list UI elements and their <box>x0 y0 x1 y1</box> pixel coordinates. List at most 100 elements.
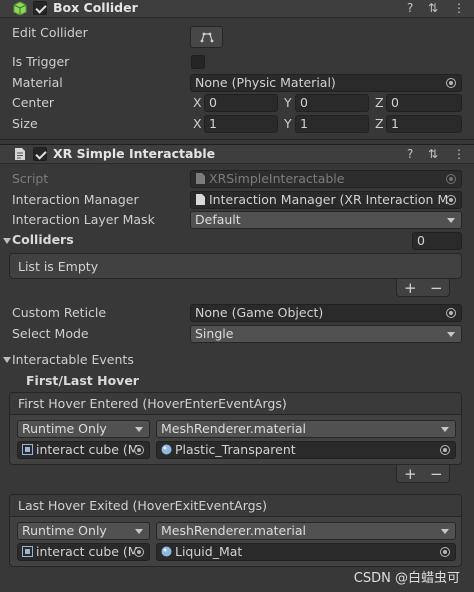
size-y-axis-label[interactable]: Y <box>284 116 292 131</box>
settings-icon[interactable]: ⇅ <box>428 1 438 15</box>
event-header: First Hover Entered (HoverEnterEventArgs… <box>10 393 461 415</box>
layer-mask-dropdown[interactable]: Default <box>190 211 462 229</box>
object-picker-icon[interactable] <box>446 308 456 318</box>
size-x-axis-label[interactable]: X <box>193 116 202 131</box>
object-picker-icon[interactable] <box>446 195 456 205</box>
remove-icon[interactable]: − <box>430 465 443 483</box>
function-dropdown[interactable]: MeshRenderer.material <box>156 420 456 438</box>
target-object-field[interactable]: interact cube (M <box>17 441 150 459</box>
size-z-value: 1 <box>391 116 399 131</box>
add-icon[interactable]: + <box>404 465 417 483</box>
center-x-value: 0 <box>209 95 217 110</box>
select-mode-dropdown[interactable]: Single <box>190 325 462 343</box>
event-title: First Hover Entered (HoverEnterEventArgs… <box>18 396 287 411</box>
edit-collider-label: Edit Collider <box>12 25 88 40</box>
events-foldout-arrow-icon[interactable] <box>3 357 11 363</box>
colliders-foldout-arrow-icon[interactable] <box>3 238 11 244</box>
center-label: Center <box>12 95 55 110</box>
first-hover-add-remove: + − <box>396 465 450 483</box>
center-y-field[interactable]: 0 <box>295 94 369 112</box>
script-icon <box>15 148 25 160</box>
interaction-manager-value: Interaction Manager (XR Interaction M <box>209 192 449 207</box>
box-collider-enabled-checkbox[interactable] <box>33 1 47 15</box>
center-y-value: 0 <box>300 95 308 110</box>
center-y-axis-label[interactable]: Y <box>284 95 292 110</box>
custom-reticle-label: Custom Reticle <box>12 305 107 320</box>
colliders-label[interactable]: Colliders <box>12 232 74 247</box>
custom-reticle-field[interactable]: None (Game Object) <box>190 304 462 322</box>
argument-value: Liquid_Mat <box>175 544 243 559</box>
size-z-axis-label[interactable]: Z <box>375 116 384 131</box>
remove-icon[interactable]: − <box>430 279 443 297</box>
script-file-icon <box>196 173 205 184</box>
box-collider-icon <box>13 1 27 16</box>
chevron-down-icon <box>447 218 455 223</box>
component-title: Box Collider <box>53 0 138 15</box>
center-z-field[interactable]: 0 <box>386 94 462 112</box>
interactable-enabled-checkbox[interactable] <box>33 147 47 161</box>
select-mode-value: Single <box>195 326 234 341</box>
object-picker-icon[interactable] <box>446 78 456 88</box>
function-dropdown[interactable]: MeshRenderer.material <box>156 522 456 540</box>
size-z-field[interactable]: 1 <box>386 115 462 133</box>
center-z-axis-label[interactable]: Z <box>375 95 384 110</box>
event-header: Last Hover Exited (HoverExitEventArgs) <box>10 495 461 517</box>
edit-collider-button[interactable] <box>190 26 223 48</box>
menu-icon[interactable]: ⋮ <box>453 147 465 161</box>
size-x-field[interactable]: 1 <box>204 115 278 133</box>
script-field: XRSimpleInteractable <box>190 170 462 188</box>
colliders-count-field[interactable]: 0 <box>412 232 462 250</box>
size-y-value: 1 <box>300 116 308 131</box>
chevron-down-icon <box>447 332 455 337</box>
list-empty-text: List is Empty <box>18 259 99 274</box>
box-collider-header[interactable]: Box Collider ? ⇅ ⋮ <box>0 0 474 18</box>
chevron-down-icon <box>135 427 143 432</box>
size-x-value: 1 <box>209 116 217 131</box>
argument-value: Plastic_Transparent <box>175 442 296 457</box>
last-hover-exited-event: Last Hover Exited (HoverExitEventArgs) R… <box>9 494 462 567</box>
help-icon[interactable]: ? <box>407 147 413 161</box>
colliders-add-remove: + − <box>396 279 450 297</box>
custom-reticle-value: None (Game Object) <box>195 305 324 320</box>
target-object-value: interact cube (M <box>36 442 139 457</box>
argument-field[interactable]: Plastic_Transparent <box>156 441 456 459</box>
interactable-events-label[interactable]: Interactable Events <box>12 352 134 367</box>
component-separator <box>0 139 474 140</box>
help-icon[interactable]: ? <box>407 1 413 15</box>
layer-mask-label: Interaction Layer Mask <box>12 212 155 227</box>
material-sphere-icon <box>161 444 172 455</box>
select-mode-label: Select Mode <box>12 326 89 341</box>
size-y-field[interactable]: 1 <box>295 115 369 133</box>
argument-field[interactable]: Liquid_Mat <box>156 543 456 561</box>
runtime-dropdown[interactable]: Runtime Only <box>17 522 150 540</box>
object-picker-icon[interactable] <box>440 445 450 455</box>
material-label: Material <box>12 75 63 90</box>
target-object-field[interactable]: interact cube (M <box>17 543 150 561</box>
menu-icon[interactable]: ⋮ <box>453 1 465 15</box>
function-value: MeshRenderer.material <box>161 421 306 436</box>
component-title: XR Simple Interactable <box>53 146 216 161</box>
edit-collider-icon <box>200 32 214 43</box>
runtime-dropdown[interactable]: Runtime Only <box>17 420 150 438</box>
colliders-list: List is Empty <box>9 253 462 279</box>
runtime-value: Runtime Only <box>22 523 107 538</box>
settings-icon[interactable]: ⇅ <box>428 147 438 161</box>
target-object-value: interact cube (M <box>36 544 139 559</box>
xr-interactable-header[interactable]: XR Simple Interactable ? ⇅ ⋮ <box>0 144 474 164</box>
script-value: XRSimpleInteractable <box>209 171 345 186</box>
object-picker-icon[interactable] <box>134 547 144 557</box>
is-trigger-label: Is Trigger <box>12 54 70 69</box>
layer-mask-value: Default <box>195 212 241 227</box>
center-x-field[interactable]: 0 <box>204 94 278 112</box>
object-picker-icon[interactable] <box>134 445 144 455</box>
watermark: CSDN @白蜡虫可 <box>353 571 460 586</box>
material-field[interactable]: None (Physic Material) <box>190 74 462 92</box>
script-label: Script <box>12 171 49 186</box>
interaction-manager-field[interactable]: Interaction Manager (XR Interaction M <box>190 191 462 209</box>
add-icon[interactable]: + <box>404 279 417 297</box>
object-picker-icon[interactable] <box>440 547 450 557</box>
center-x-axis-label[interactable]: X <box>193 95 202 110</box>
runtime-value: Runtime Only <box>22 421 107 436</box>
is-trigger-checkbox[interactable] <box>191 55 205 69</box>
material-value: None (Physic Material) <box>195 75 336 90</box>
